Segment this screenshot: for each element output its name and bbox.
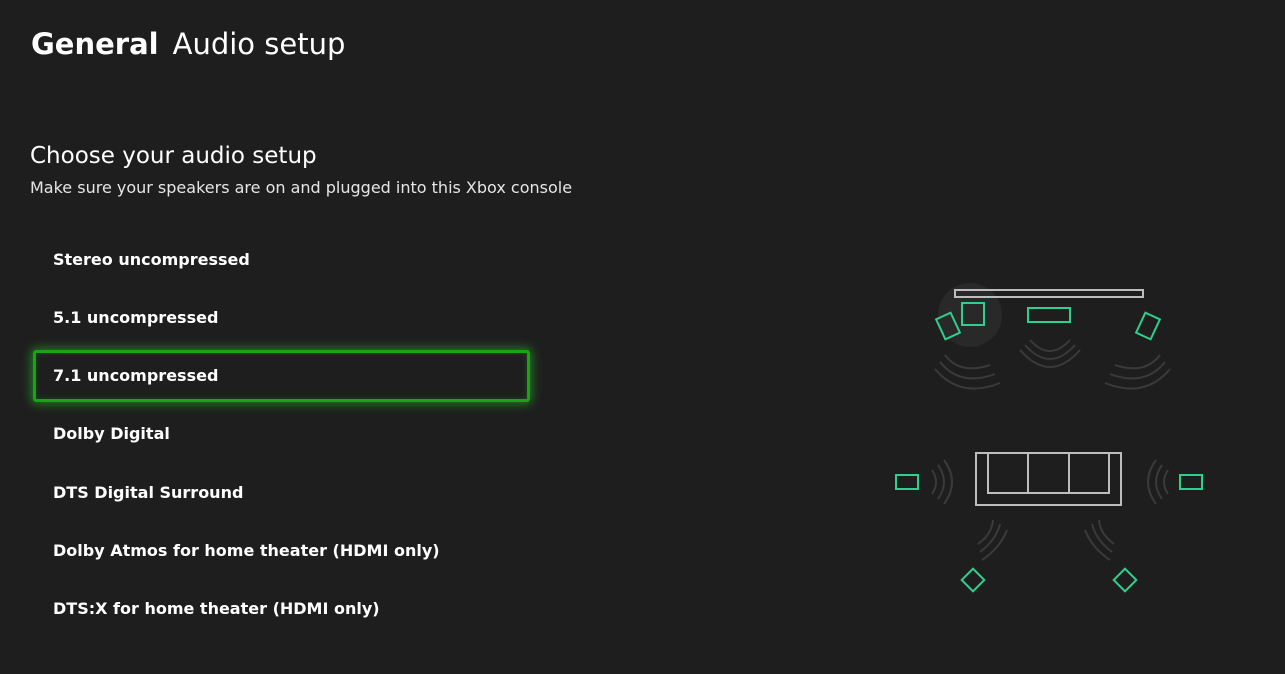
option-label: DTS:X for home theater (HDMI only) (53, 599, 380, 619)
option-dts-x[interactable]: DTS:X for home theater (HDMI only) (33, 583, 530, 635)
sofa-icon (975, 452, 1122, 506)
option-label: 7.1 uncompressed (53, 366, 219, 386)
page-header: General Audio setup (31, 24, 345, 64)
option-dts-digital-surround[interactable]: DTS Digital Surround (33, 466, 530, 518)
rear-sound-waves (977, 519, 1115, 561)
rear-left-speaker-icon (960, 567, 986, 593)
front-right-speaker-icon (1134, 311, 1162, 341)
section-subtitle: Make sure your speakers are on and plugg… (30, 178, 573, 197)
option-label: 5.1 uncompressed (53, 307, 219, 327)
option-5-1-uncompressed[interactable]: 5.1 uncompressed (33, 291, 530, 343)
speaker-layout-svg (895, 283, 1203, 593)
option-label: Dolby Atmos for home theater (HDMI only) (53, 540, 440, 560)
audio-setup-page: General Audio setup Choose your audio set… (0, 0, 1285, 674)
page-title: Audio setup (172, 27, 346, 61)
option-7-1-uncompressed[interactable]: 7.1 uncompressed (33, 349, 530, 402)
front-sound-waves (934, 339, 1171, 390)
option-stereo-uncompressed[interactable]: Stereo uncompressed (33, 233, 530, 285)
option-label: DTS Digital Surround (53, 482, 244, 502)
breadcrumb: General (31, 27, 159, 61)
option-label: Stereo uncompressed (53, 249, 250, 269)
rear-right-speaker-icon (1112, 567, 1138, 593)
option-dolby-atmos[interactable]: Dolby Atmos for home theater (HDMI only) (33, 524, 530, 576)
audio-options-list: Stereo uncompressed 5.1 uncompressed 7.1… (33, 233, 530, 641)
side-right-speaker-icon (1179, 474, 1203, 490)
side-sound-waves (931, 459, 1169, 505)
side-left-speaker-icon (895, 474, 919, 490)
section-title: Choose your audio setup (30, 143, 317, 169)
option-dolby-digital[interactable]: Dolby Digital (33, 408, 530, 460)
center-speaker-icon (1027, 307, 1071, 323)
option-label: Dolby Digital (53, 424, 170, 444)
speaker-layout-diagram (870, 270, 1230, 610)
